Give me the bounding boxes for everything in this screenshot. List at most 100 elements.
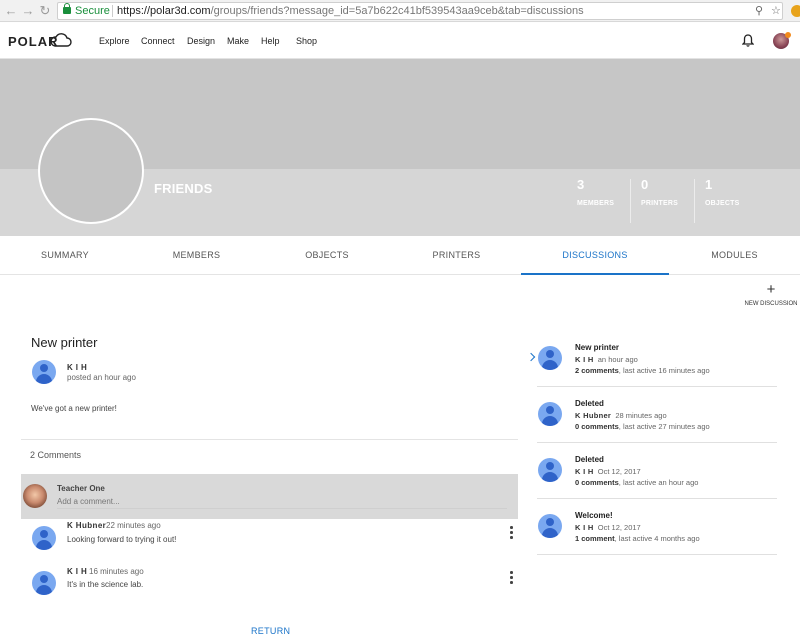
url-scheme: https:// [117, 5, 151, 17]
stat-printers-label: PRINTERS [641, 200, 678, 207]
discussion-list-item[interactable]: New printer K I H an hour ago 2 comments… [528, 343, 777, 399]
discussion-author: K Hubner [575, 411, 612, 420]
comment-composer: Teacher One [21, 474, 518, 519]
discussion-avatar [538, 402, 562, 426]
nav-make[interactable]: Make [227, 36, 249, 46]
message-body: We've got a new printer! [31, 404, 117, 413]
tab-modules[interactable]: MODULES [669, 236, 800, 275]
browser-toolbar: ← → ↻ Secure https://polar3d.com/groups/… [0, 0, 800, 22]
discussion-title: Deleted [575, 399, 604, 408]
discussion-last-active: , last active 4 months ago [614, 534, 700, 543]
discussion-avatar [538, 514, 562, 538]
url-path: /groups/friends?message_id=5a7b622c41bf5… [210, 5, 584, 17]
new-discussion-button[interactable]: + NEW DISCUSSION [742, 281, 800, 310]
discussion-comments: 0 comments [575, 478, 619, 487]
stat-divider [630, 179, 631, 223]
plus-icon: + [766, 281, 776, 298]
return-link[interactable]: RETURN [251, 626, 290, 636]
discussion-list-item[interactable]: Deleted K I H Oct 12, 2017 0 comments, l… [528, 455, 777, 511]
comment-time: 22 minutes ago [106, 521, 161, 530]
tab-printers[interactable]: PRINTERS [392, 236, 521, 275]
stat-objects[interactable]: 1 OBJECTS [705, 177, 739, 223]
discussion-last-active: , last active an hour ago [618, 478, 699, 487]
notifications-bell-icon[interactable] [742, 34, 754, 47]
comment-avatar [32, 571, 56, 595]
discussion-author: K I H [575, 467, 594, 476]
user-avatar[interactable] [773, 32, 791, 49]
group-banner: FRIENDS 3 MEMBERS 0 PRINTERS 1 OBJECTS [0, 59, 800, 236]
discussion-byline: K I H Oct 12, 2017 [575, 523, 641, 532]
nav-design[interactable]: Design [187, 36, 215, 46]
group-name: FRIENDS [154, 181, 213, 196]
discussion-title: Deleted [575, 455, 604, 464]
discussion-time: Oct 12, 2017 [597, 467, 641, 476]
reload-icon[interactable]: ↻ [38, 3, 52, 19]
nav-explore[interactable]: Explore [99, 36, 130, 46]
comment-time: 16 minutes ago [89, 567, 144, 576]
discussion-byline: K I H an hour ago [575, 355, 638, 364]
comment-menu-icon[interactable] [507, 571, 515, 585]
stat-members[interactable]: 3 MEMBERS [577, 177, 614, 223]
comment-text: It's in the science lab. [67, 580, 144, 589]
discussion-byline: K I H Oct 12, 2017 [575, 467, 641, 476]
url-text: https://polar3d.com/groups/friends?messa… [117, 3, 584, 19]
stat-printers[interactable]: 0 PRINTERS [641, 177, 678, 223]
message-title: New printer [31, 335, 98, 350]
stat-printers-value: 0 [641, 177, 649, 192]
secure-label: Secure [75, 5, 110, 17]
nav-help[interactable]: Help [261, 36, 280, 46]
discussion-title: New printer [575, 343, 620, 352]
message-divider [21, 439, 518, 440]
discussion-list-item[interactable]: Deleted K Hubner 28 minutes ago 0 commen… [528, 399, 777, 455]
discussion-activity: 2 comments, last active 16 minutes ago [575, 366, 710, 375]
discussion-comments: 2 comments [575, 366, 619, 375]
discussion-time: 28 minutes ago [615, 411, 667, 420]
comment-author: K I H [67, 567, 88, 576]
message-posted-time: posted an hour ago [67, 373, 136, 382]
discussion-divider [537, 498, 777, 499]
discussion-avatar [538, 346, 562, 370]
tab-members[interactable]: MEMBERS [131, 236, 262, 275]
new-discussion-label: NEW DISCUSSION [744, 301, 798, 307]
notification-dot [785, 32, 791, 38]
url-host: polar3d.com [150, 5, 211, 17]
extension-icon[interactable] [791, 5, 800, 17]
discussion-author: K I H [575, 523, 594, 532]
discussion-byline: K Hubner 28 minutes ago [575, 411, 667, 420]
cloud-logo-icon[interactable] [50, 33, 72, 47]
author-avatar [32, 360, 56, 384]
stat-members-value: 3 [577, 177, 585, 192]
comments-count: 2 Comments [30, 450, 82, 460]
discussion-divider [537, 442, 777, 443]
app-header: POLAR Explore Connect Design Make Help S… [0, 23, 800, 59]
stat-objects-label: OBJECTS [705, 200, 740, 207]
discussion-time: Oct 12, 2017 [597, 523, 641, 532]
stat-objects-value: 1 [705, 177, 713, 192]
discussion-activity: 1 comment, last active 4 months ago [575, 534, 700, 543]
comment-menu-icon[interactable] [507, 526, 515, 540]
back-arrow-icon[interactable]: ← [4, 3, 18, 19]
discussion-title: Welcome! [575, 511, 613, 520]
forward-arrow-icon[interactable]: → [21, 3, 35, 19]
zoom-icon[interactable]: ⚲ [755, 3, 763, 19]
tab-discussions[interactable]: DISCUSSIONS [521, 236, 669, 275]
tab-objects[interactable]: OBJECTS [262, 236, 392, 275]
tab-summary[interactable]: SUMMARY [0, 236, 130, 275]
bookmark-star-icon[interactable]: ☆ [771, 3, 781, 19]
discussion-comments: 0 comments [575, 422, 619, 431]
stat-members-label: MEMBERS [577, 200, 615, 207]
lock-icon [63, 3, 71, 14]
discussion-avatar [538, 458, 562, 482]
comment-input[interactable] [57, 495, 507, 509]
discussion-activity: 0 comments, last active 27 minutes ago [575, 422, 710, 431]
comment-text: Looking forward to trying it out! [67, 535, 177, 544]
url-separator [112, 5, 113, 17]
nav-shop[interactable]: Shop [296, 36, 317, 46]
comment-avatar [32, 526, 56, 550]
address-bar[interactable]: Secure https://polar3d.com/groups/friend… [57, 2, 783, 20]
comment-author: K Hubner [67, 521, 107, 530]
current-user-avatar [23, 484, 47, 508]
group-avatar [38, 118, 144, 224]
nav-connect[interactable]: Connect [141, 36, 175, 46]
discussion-list-item[interactable]: Welcome! K I H Oct 12, 2017 1 comment, l… [528, 511, 777, 567]
